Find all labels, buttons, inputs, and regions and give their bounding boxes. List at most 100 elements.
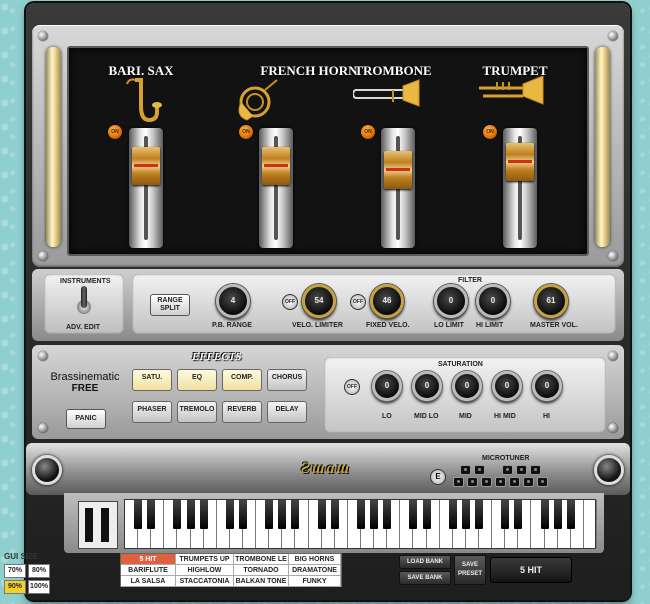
- black-key[interactable]: [409, 500, 418, 529]
- instrument-volume-fader[interactable]: [129, 128, 163, 248]
- microtuner-key[interactable]: [460, 465, 471, 475]
- preset-item[interactable]: BALKAN TONE: [234, 576, 289, 587]
- preset-item[interactable]: 5 HIT: [121, 554, 176, 565]
- instrument-volume-fader[interactable]: [381, 128, 415, 248]
- fx-eq-button[interactable]: EQ: [177, 369, 217, 391]
- velo-limiter-off-button[interactable]: OFF: [282, 294, 298, 310]
- trumpet-icon: [479, 76, 544, 105]
- microtuner-key-knob[interactable]: E: [430, 469, 446, 485]
- microtuner-key[interactable]: [474, 465, 485, 475]
- instrument-volume-fader[interactable]: [259, 128, 293, 248]
- microtuner-key[interactable]: [537, 477, 548, 487]
- black-key[interactable]: [265, 500, 274, 529]
- black-key[interactable]: [383, 500, 392, 529]
- microtuner-key[interactable]: [530, 465, 541, 475]
- black-key[interactable]: [239, 500, 247, 529]
- load-bank-button[interactable]: LOAD BANK: [399, 555, 451, 569]
- black-key[interactable]: [173, 500, 182, 529]
- black-key[interactable]: [501, 500, 510, 529]
- saturation-lo-knob[interactable]: 0: [372, 371, 402, 401]
- fx-saturation-button[interactable]: SATU.: [132, 369, 172, 391]
- preset-item[interactable]: FUNKY HORNS: [289, 576, 341, 596]
- hi-limit-knob[interactable]: 0: [476, 284, 510, 318]
- gui-size-80-button[interactable]: 80%: [28, 564, 50, 578]
- saturation-off-button[interactable]: OFF: [344, 379, 360, 395]
- black-key[interactable]: [422, 500, 431, 529]
- black-key[interactable]: [147, 500, 156, 529]
- fader-cap[interactable]: [506, 143, 534, 182]
- saturation-hi-knob[interactable]: 0: [532, 371, 562, 401]
- fader-cap[interactable]: [132, 146, 160, 185]
- black-key[interactable]: [370, 500, 379, 529]
- black-key[interactable]: [448, 500, 457, 529]
- pitch-mod-wheels[interactable]: [78, 501, 118, 549]
- panic-button[interactable]: PANIC: [66, 409, 106, 429]
- microtuner-key[interactable]: [481, 477, 492, 487]
- pb-range-knob[interactable]: 4: [216, 284, 250, 318]
- fader-cap[interactable]: [262, 146, 290, 185]
- black-key[interactable]: [475, 500, 483, 529]
- gui-size-100-button[interactable]: 100%: [28, 580, 50, 594]
- black-key[interactable]: [199, 500, 208, 529]
- pitch-wheel[interactable]: [85, 508, 93, 542]
- piano-keyboard[interactable]: [124, 499, 597, 549]
- save-bank-button[interactable]: SAVE BANK: [399, 571, 451, 585]
- black-key[interactable]: [553, 500, 562, 529]
- preset-item[interactable]: DRAMATONE: [289, 565, 341, 576]
- microtuner-key[interactable]: [495, 477, 506, 487]
- preset-item[interactable]: TROMBONE LE: [234, 554, 289, 565]
- range-split-button[interactable]: RANGE SPLIT: [150, 294, 190, 316]
- instrument-on-button[interactable]: ON: [239, 125, 253, 139]
- black-key[interactable]: [225, 500, 234, 529]
- preset-item[interactable]: BIG HORNS: [289, 554, 341, 565]
- black-key[interactable]: [514, 500, 523, 529]
- instruments-toggle-switch[interactable]: [74, 286, 94, 320]
- black-key[interactable]: [566, 500, 575, 529]
- fx-chorus-button[interactable]: CHORUS: [267, 369, 307, 391]
- instrument-on-button[interactable]: ON: [108, 125, 122, 139]
- microtuner-key[interactable]: [516, 465, 527, 475]
- saturation-mid-lo-knob[interactable]: 0: [412, 371, 442, 401]
- fx-reverb-button[interactable]: REVERB: [222, 401, 262, 423]
- fx-phaser-button[interactable]: PHASER: [132, 401, 172, 423]
- fx-comp-button[interactable]: COMP.: [222, 369, 262, 391]
- black-key[interactable]: [134, 500, 143, 529]
- black-key[interactable]: [291, 500, 300, 529]
- fader-cap[interactable]: [384, 150, 412, 189]
- black-key[interactable]: [357, 500, 365, 529]
- velo-limiter-knob[interactable]: 54: [302, 284, 336, 318]
- microtuner-key[interactable]: [502, 465, 513, 475]
- preset-item[interactable]: TORNADO: [234, 565, 289, 576]
- gui-size-90-button[interactable]: 90%: [4, 580, 26, 594]
- saturation-hi-mid-knob[interactable]: 0: [492, 371, 522, 401]
- fixed-velo-knob[interactable]: 46: [370, 284, 404, 318]
- microtuner-key[interactable]: [453, 477, 464, 487]
- fx-delay-button[interactable]: DELAY: [267, 401, 307, 423]
- save-preset-button[interactable]: SAVE PRESET: [454, 555, 486, 585]
- white-key[interactable]: [584, 500, 597, 548]
- microtuner-key[interactable]: [509, 477, 520, 487]
- saturation-mid-knob[interactable]: 0: [452, 371, 482, 401]
- preset-item[interactable]: BARIFLUTE: [121, 565, 176, 576]
- black-key[interactable]: [186, 500, 195, 529]
- fx-tremolo-button[interactable]: TREMOLO: [177, 401, 217, 423]
- gui-size-70-button[interactable]: 70%: [4, 564, 26, 578]
- mod-wheel[interactable]: [101, 508, 109, 542]
- black-key[interactable]: [317, 500, 326, 529]
- microtuner-key[interactable]: [467, 477, 478, 487]
- instrument-volume-fader[interactable]: [503, 128, 537, 248]
- black-key[interactable]: [461, 500, 470, 529]
- preset-item[interactable]: LA SALSA: [121, 576, 176, 587]
- black-key[interactable]: [330, 500, 339, 529]
- instrument-on-button[interactable]: ON: [361, 125, 375, 139]
- preset-item[interactable]: HIGHLOW: [176, 565, 234, 576]
- lo-limit-knob[interactable]: 0: [434, 284, 468, 318]
- instrument-on-button[interactable]: ON: [483, 125, 497, 139]
- preset-item[interactable]: TRUMPETS UP: [176, 554, 234, 565]
- black-key[interactable]: [278, 500, 287, 529]
- preset-item[interactable]: STACCATONIA: [176, 576, 234, 587]
- microtuner-key[interactable]: [523, 477, 534, 487]
- fixed-velo-off-button[interactable]: OFF: [350, 294, 366, 310]
- master-volume-knob[interactable]: 61: [534, 284, 568, 318]
- black-key[interactable]: [540, 500, 549, 529]
